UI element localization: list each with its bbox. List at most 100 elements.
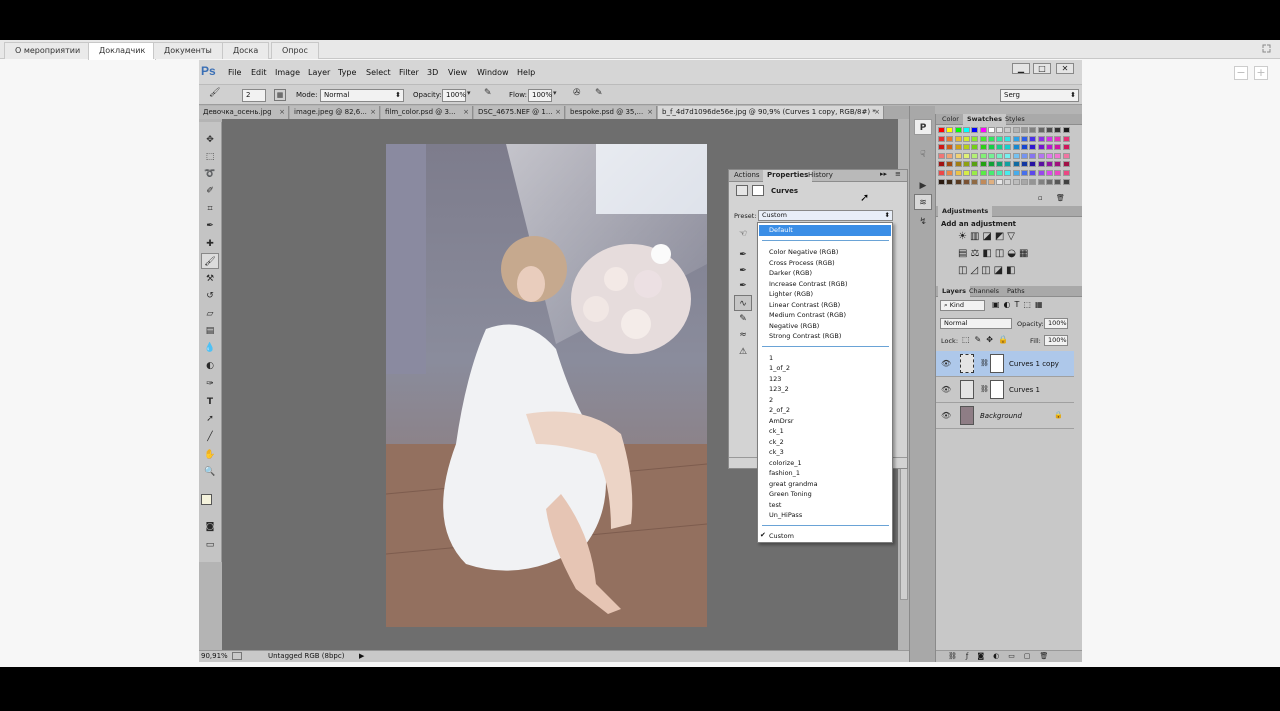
collapse-icon[interactable]: ▸▸ (880, 170, 887, 178)
preset-option-custom[interactable]: Custom (769, 532, 794, 540)
color-swatch[interactable] (1045, 127, 1053, 133)
color-swatch[interactable] (1021, 178, 1028, 185)
clone-stamp-tool-icon[interactable]: ⚒ (201, 271, 219, 287)
color-swatch[interactable] (1054, 161, 1062, 168)
color-swatch[interactable] (1021, 144, 1028, 151)
doc-tab[interactable]: bespoke.psd @ 35,... × (566, 106, 657, 119)
tab-poll[interactable]: Опрос (271, 42, 319, 59)
color-swatch[interactable] (979, 127, 987, 133)
color-swatch[interactable] (1037, 144, 1045, 151)
color-swatch[interactable] (1045, 144, 1053, 151)
preset-option[interactable]: Linear Contrast (RGB) (769, 301, 840, 309)
color-swatch[interactable] (1054, 178, 1062, 185)
color-swatch[interactable] (1004, 127, 1012, 133)
properties-panel-icon[interactable]: ≋ (914, 194, 932, 210)
color-swatch[interactable] (938, 170, 945, 176)
color-swatch[interactable] (1029, 178, 1037, 185)
color-swatch[interactable] (1054, 127, 1062, 133)
flow-field[interactable]: 100% (528, 89, 552, 102)
fullscreen-icon[interactable] (1262, 44, 1271, 53)
menu-image[interactable]: Image (275, 68, 300, 77)
tab-color[interactable]: Color (938, 114, 963, 125)
color-swatch[interactable] (996, 170, 1004, 176)
minimize-button[interactable]: ▁ (1012, 63, 1030, 74)
panel-menu-icon[interactable]: ≡ (895, 170, 901, 178)
crop-tool-icon[interactable]: ⌗ (201, 201, 219, 217)
color-swatch[interactable] (938, 135, 945, 142)
color-swatch[interactable] (962, 178, 970, 185)
layer-row[interactable]: 👁 ⛓ Curves 1 copy (936, 351, 1074, 377)
healing-tool-icon[interactable]: ✚ (201, 236, 219, 252)
color-swatch[interactable] (996, 178, 1004, 185)
preset-option[interactable]: Darker (RGB) (769, 269, 812, 277)
preset-option[interactable]: Medium Contrast (RGB) (769, 311, 846, 319)
preset-option[interactable]: test (769, 501, 781, 509)
close-icon[interactable]: × (370, 106, 376, 118)
preset-select[interactable]: Custom ⬍ (758, 210, 893, 221)
color-swatch[interactable] (1054, 152, 1062, 159)
color-swatch[interactable] (1012, 127, 1020, 133)
eyedropper-tool-icon[interactable]: ✒ (201, 218, 219, 234)
brush-size-picker[interactable]: 2 (242, 89, 266, 102)
play-icon[interactable]: ▶ (914, 178, 932, 194)
doc-tab[interactable]: image.jpeg @ 82,6... × (290, 106, 380, 119)
preset-option[interactable]: Green Toning (769, 490, 812, 498)
color-swatch[interactable] (1012, 152, 1020, 159)
color-swatch[interactable] (979, 170, 987, 176)
pressure-size-icon[interactable]: ✎ (595, 88, 603, 98)
color-swatch[interactable] (1062, 135, 1070, 142)
adjustment-icons-row-2[interactable]: ▤⚖◧◫◒▦ (958, 248, 1031, 259)
color-swatch[interactable] (1037, 161, 1045, 168)
airbrush-icon[interactable]: ✇ (573, 88, 581, 98)
close-icon[interactable]: × (555, 106, 561, 118)
color-swatch[interactable] (1062, 152, 1070, 159)
color-swatch[interactable] (1062, 127, 1070, 133)
gradient-tool-icon[interactable]: ▤ (201, 323, 219, 339)
menu-window[interactable]: Window (477, 68, 509, 77)
maximize-button[interactable]: □ (1033, 63, 1051, 74)
layer-filter-select[interactable]: ⌕ Kind (940, 300, 985, 311)
color-swatch[interactable] (946, 152, 954, 159)
menu-layer[interactable]: Layer (308, 68, 330, 77)
color-swatch[interactable] (946, 178, 954, 185)
preset-option-default[interactable]: Default (759, 225, 891, 236)
color-swatch[interactable] (1054, 144, 1062, 151)
color-swatch[interactable] (1062, 178, 1070, 185)
color-swatch[interactable] (1045, 178, 1053, 185)
color-swatch[interactable] (987, 161, 995, 168)
swatches-grid[interactable] (938, 127, 1072, 189)
eraser-tool-icon[interactable]: ▱ (201, 306, 219, 322)
workspace-select[interactable]: Serg ⬍ (1000, 89, 1079, 102)
menu-filter[interactable]: Filter (399, 68, 419, 77)
tab-paths[interactable]: Paths (1003, 286, 1029, 297)
tab-adjustments[interactable]: Adjustments (938, 206, 993, 217)
color-swatch[interactable] (954, 152, 962, 159)
color-swatch[interactable] (971, 170, 979, 176)
color-swatch[interactable] (996, 144, 1004, 151)
color-swatch[interactable] (996, 161, 1004, 168)
preset-option[interactable]: 123 (769, 375, 781, 383)
zoom-tool-icon[interactable]: 🔍 (201, 464, 219, 480)
menu-3d[interactable]: 3D (427, 68, 438, 77)
color-swatch[interactable] (1029, 144, 1037, 151)
brush-tool-icon[interactable]: 🖌 (201, 253, 219, 269)
color-swatch[interactable] (1045, 161, 1053, 168)
layer-name[interactable]: Background (980, 412, 1022, 420)
type-tool-icon[interactable]: T (201, 394, 219, 410)
adjustment-icons-row-3[interactable]: ◫◿◫◪◧ (958, 265, 1018, 276)
auto-icon[interactable]: ⚠ (734, 344, 752, 360)
hand-tool-icon[interactable]: ✋ (201, 447, 219, 463)
eye-icon[interactable]: 👁 (941, 385, 951, 394)
color-swatch[interactable] (987, 178, 995, 185)
color-swatch[interactable] (1037, 152, 1045, 159)
color-swatch[interactable] (962, 127, 970, 133)
color-swatch[interactable] (962, 152, 970, 159)
foreground-color-swatch[interactable] (201, 494, 212, 505)
opacity-field[interactable]: 100% (442, 89, 466, 102)
screen-mode-icon[interactable]: ▭ (201, 537, 219, 553)
menu-select[interactable]: Select (366, 68, 391, 77)
doc-tab[interactable]: film_color.psd @ 3... × (381, 106, 473, 119)
preset-dropdown-list[interactable]: Default Color Negative (RGB) Cross Proce… (757, 222, 893, 543)
lasso-tool-icon[interactable]: ➰ (201, 166, 219, 182)
adjustment-icons-row-1[interactable]: ☀▥◪◩▽ (958, 231, 1018, 242)
